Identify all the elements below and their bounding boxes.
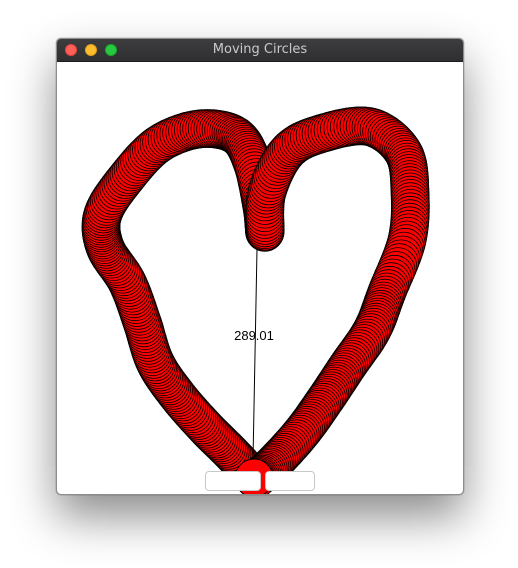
title-bar[interactable]: Moving Circles: [57, 39, 463, 62]
drawing-canvas[interactable]: 289.01: [57, 62, 463, 494]
circles-scene: 289.01: [81, 106, 430, 494]
left-control-button[interactable]: [205, 471, 261, 491]
window-title: Moving Circles: [212, 42, 308, 57]
right-control-button[interactable]: [265, 471, 315, 491]
app-window: Moving Circles 289.01: [56, 38, 464, 495]
distance-label: 289.01: [234, 328, 274, 343]
distance-line: [252, 248, 258, 461]
